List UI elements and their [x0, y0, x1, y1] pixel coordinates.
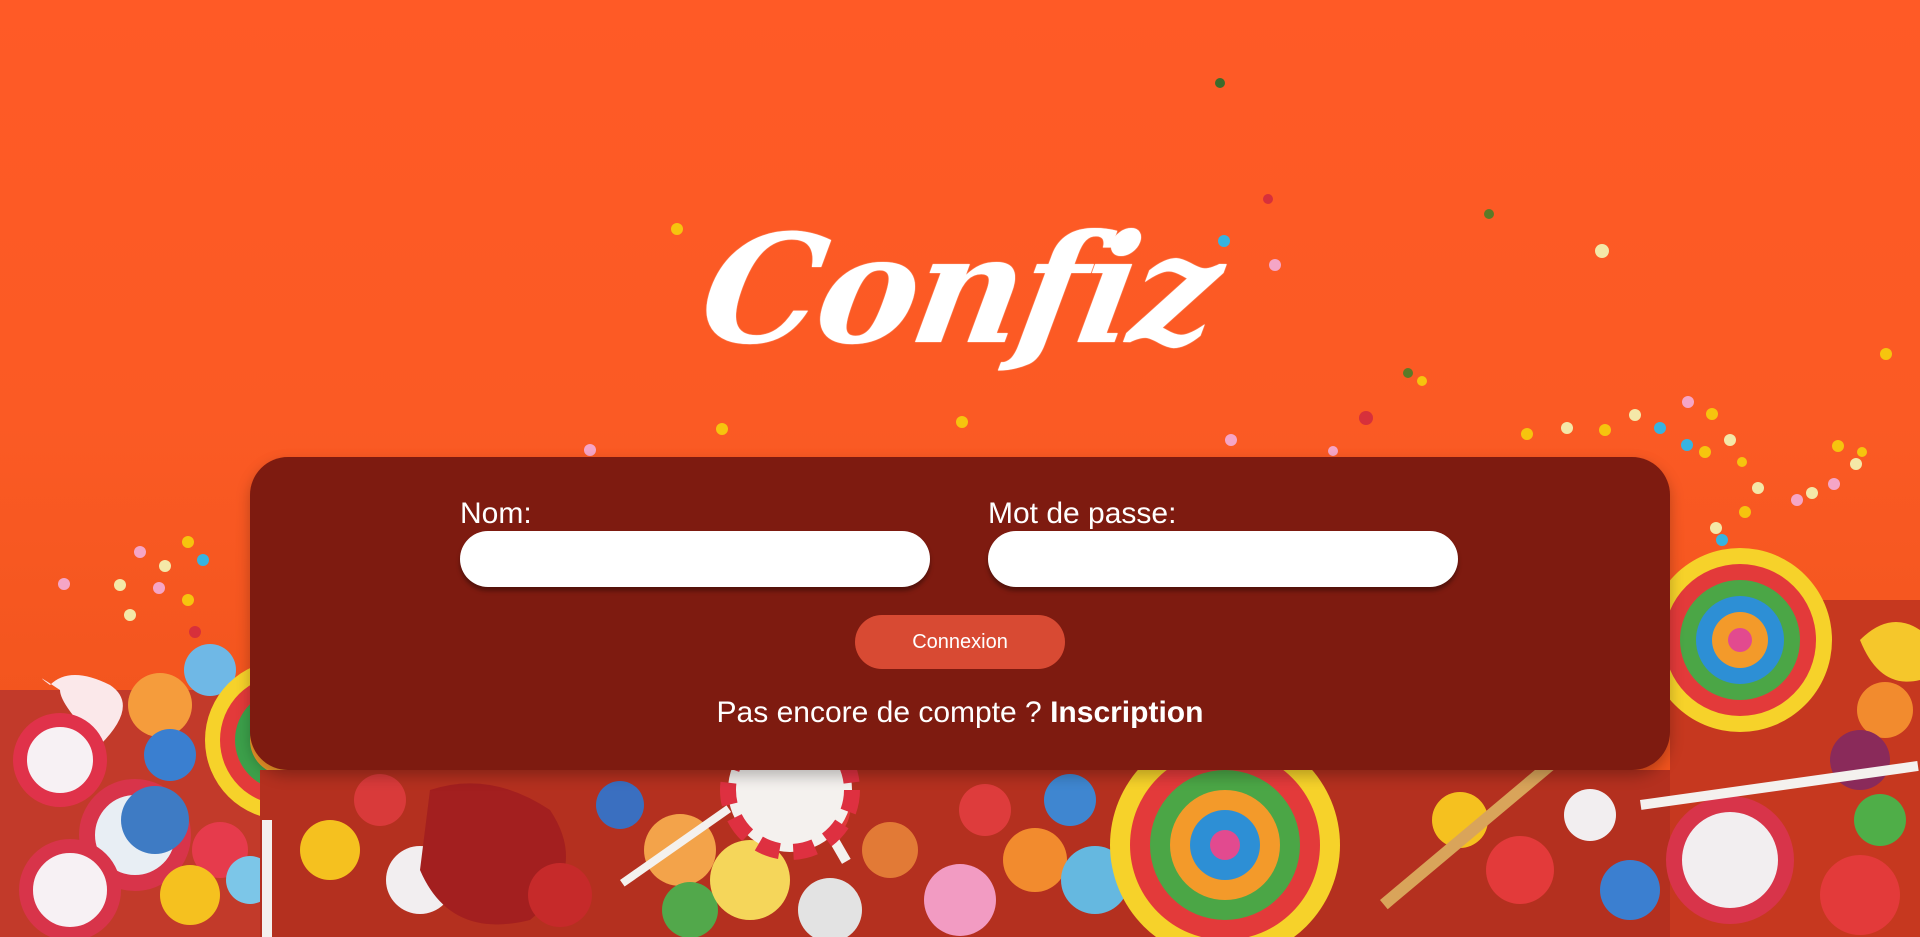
logo-text: Confiz [688, 202, 1232, 378]
login-panel: Nom: Mot de passe: Connexion Pas encore … [250, 457, 1670, 770]
login-button[interactable]: Connexion [855, 615, 1065, 669]
candy-pile-center-decoration [260, 770, 1680, 937]
password-label: Mot de passe: [988, 497, 1177, 530]
name-label: Nom: [460, 497, 532, 530]
signup-row: Pas encore de compte ? Inscription [250, 695, 1670, 731]
candy-pile-right-decoration [1640, 548, 1920, 937]
signup-link[interactable]: Inscription [1050, 696, 1203, 729]
name-input[interactable] [460, 531, 930, 587]
password-input[interactable] [988, 531, 1458, 587]
signup-prompt: Pas encore de compte ? [716, 696, 1042, 729]
logo: Confiz [689, 202, 1231, 385]
